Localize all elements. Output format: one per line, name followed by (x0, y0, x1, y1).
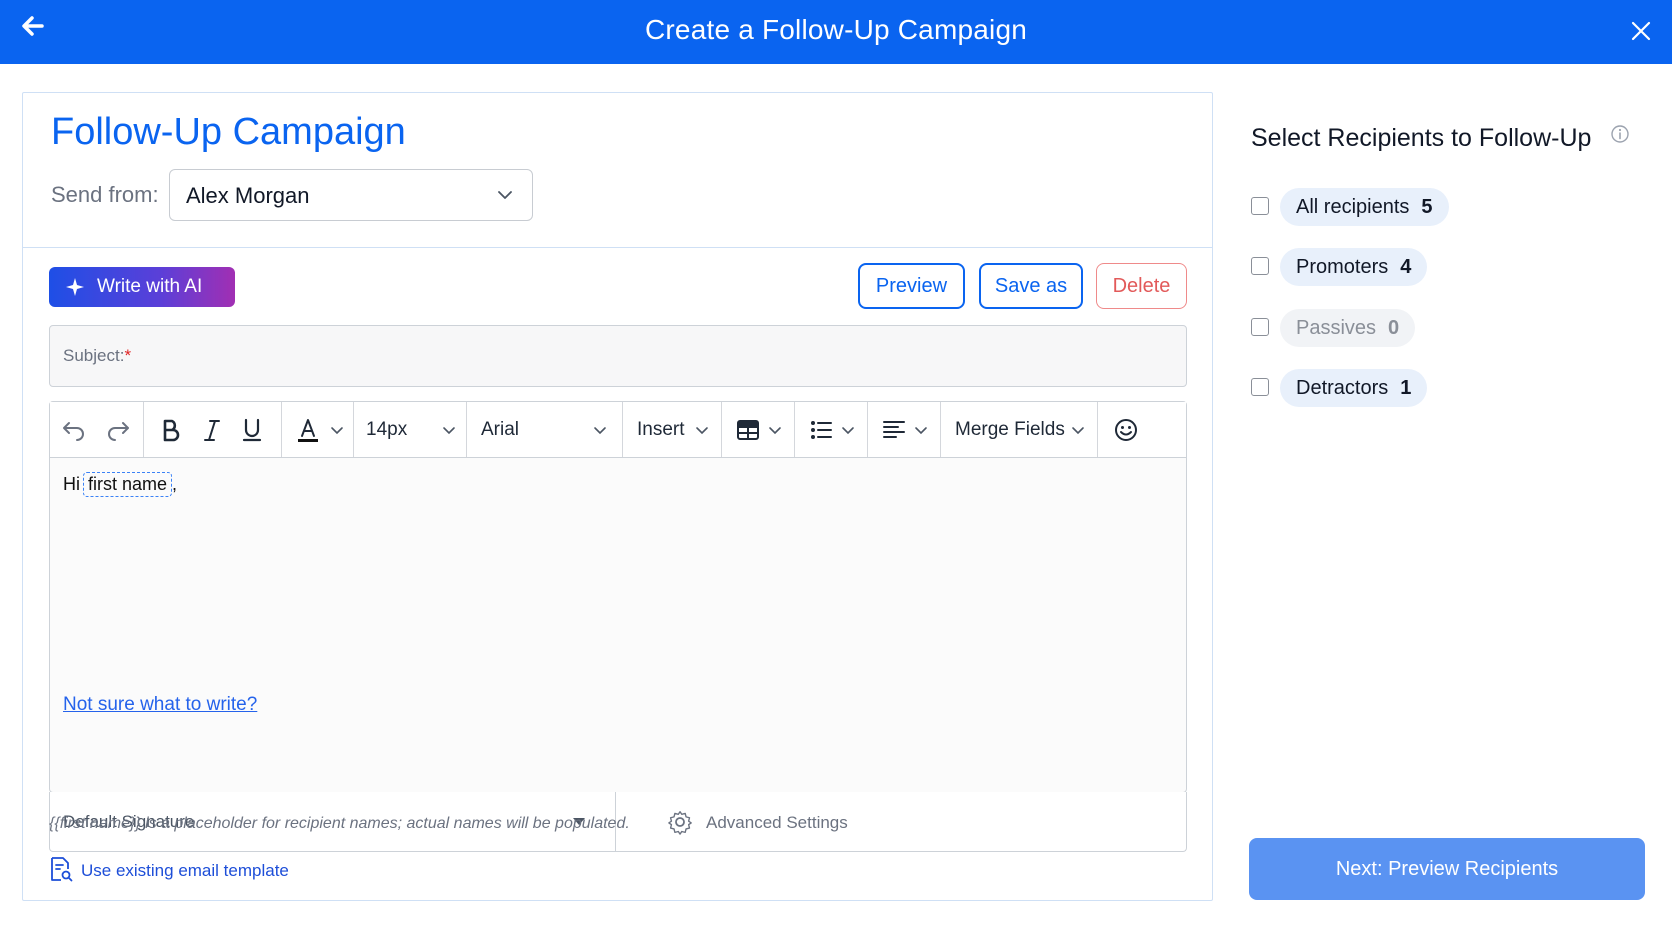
send-from-label: Send from: (51, 182, 159, 207)
editor-toolbar: 14px Arial Insert Merge Fields (50, 402, 1186, 458)
underline-icon[interactable] (238, 416, 266, 444)
passives-chip[interactable]: Passives 0 (1280, 309, 1416, 347)
write-with-ai-label: Write with AI (97, 276, 203, 297)
close-icon[interactable] (1628, 18, 1654, 44)
subject-label: Subject:* (63, 346, 132, 365)
sparkle-icon (66, 278, 84, 296)
undo-icon[interactable] (60, 416, 88, 444)
promoters-checkbox[interactable] (1251, 257, 1269, 275)
text-color-group[interactable] (282, 402, 354, 457)
font-size-value: 14px (366, 419, 408, 440)
campaign-card: Follow-Up Campaign Send from: Alex Morga… (22, 92, 1213, 901)
all-recipients-checkbox[interactable] (1251, 197, 1269, 215)
use-template-label: Use existing email template (81, 861, 289, 880)
passives-count: 0 (1388, 317, 1400, 339)
font-size-select[interactable]: 14px (354, 402, 467, 457)
align-menu[interactable] (868, 402, 941, 457)
greeting-text: Hi (63, 474, 80, 494)
detractors-count: 1 (1400, 377, 1412, 399)
info-icon[interactable] (1610, 124, 1630, 144)
section-divider (23, 247, 1212, 248)
writing-help-link[interactable]: Not sure what to write? (63, 694, 257, 716)
delete-button[interactable]: Delete (1096, 263, 1187, 309)
bold-icon[interactable] (156, 416, 184, 444)
italic-icon[interactable] (198, 416, 226, 444)
write-with-ai-button[interactable]: Write with AI (49, 267, 235, 307)
merge-fields-menu[interactable]: Merge Fields (941, 402, 1098, 457)
insert-menu[interactable]: Insert (623, 402, 722, 457)
all-recipients-count: 5 (1421, 196, 1433, 218)
format-group (144, 402, 282, 457)
chevron-down-icon (443, 427, 455, 435)
gear-icon (668, 811, 692, 835)
advanced-settings-label: Advanced Settings (706, 813, 848, 832)
document-search-icon (51, 857, 73, 882)
email-editor[interactable]: 14px Arial Insert Merge Fields Hi first … (49, 401, 1187, 793)
bullet-list-icon[interactable] (807, 416, 835, 444)
sender-value: Alex Morgan (186, 183, 310, 208)
detractors-checkbox[interactable] (1251, 378, 1269, 396)
chevron-down-icon (1072, 427, 1084, 435)
passives-checkbox[interactable] (1251, 318, 1269, 336)
emoji-icon[interactable] (1112, 416, 1140, 444)
chevron-down-icon (498, 191, 512, 199)
sender-select[interactable]: Alex Morgan (169, 169, 533, 221)
subject-input[interactable]: Subject:* (49, 325, 1187, 387)
list-menu[interactable] (795, 402, 868, 457)
all-recipients-chip[interactable]: All recipients 5 (1280, 188, 1449, 226)
campaign-title: Follow-Up Campaign (51, 111, 406, 153)
history-group (50, 402, 144, 457)
chevron-down-icon (696, 427, 708, 435)
promoters-chip[interactable]: Promoters 4 (1280, 248, 1428, 286)
dialog-title: Create a Follow-Up Campaign (644, 14, 1027, 45)
chevron-down-icon (915, 427, 927, 435)
chevron-down-icon (331, 427, 343, 435)
recipients-title: Select Recipients to Follow-Up (1251, 124, 1592, 152)
text-color-icon[interactable] (294, 416, 322, 444)
greeting-punctuation: , (172, 474, 178, 494)
promoters-count: 4 (1400, 256, 1412, 278)
chevron-down-icon (842, 427, 854, 435)
chevron-down-icon (769, 427, 781, 435)
placeholder-note: {{first name}} is a placeholder for reci… (49, 815, 630, 832)
chevron-down-icon (594, 427, 606, 435)
align-left-icon[interactable] (880, 416, 908, 444)
save-as-button[interactable]: Save as (979, 263, 1083, 309)
dialog-header: Create a Follow-Up Campaign (0, 0, 1672, 64)
required-mark: * (124, 346, 132, 365)
insert-label: Insert (637, 419, 685, 440)
font-family-value: Arial (481, 419, 520, 440)
font-family-select[interactable]: Arial (467, 402, 623, 457)
table-menu[interactable] (722, 402, 795, 457)
merge-fields-label: Merge Fields (955, 419, 1065, 440)
redo-icon[interactable] (104, 416, 132, 444)
next-preview-recipients-button[interactable]: Next: Preview Recipients (1249, 838, 1645, 900)
merge-tag-first-name[interactable]: first name (83, 472, 173, 497)
email-body[interactable]: Hi first name, (63, 472, 177, 497)
table-icon[interactable] (734, 416, 762, 444)
detractors-chip[interactable]: Detractors 1 (1280, 369, 1428, 407)
preview-button[interactable]: Preview (858, 263, 965, 309)
